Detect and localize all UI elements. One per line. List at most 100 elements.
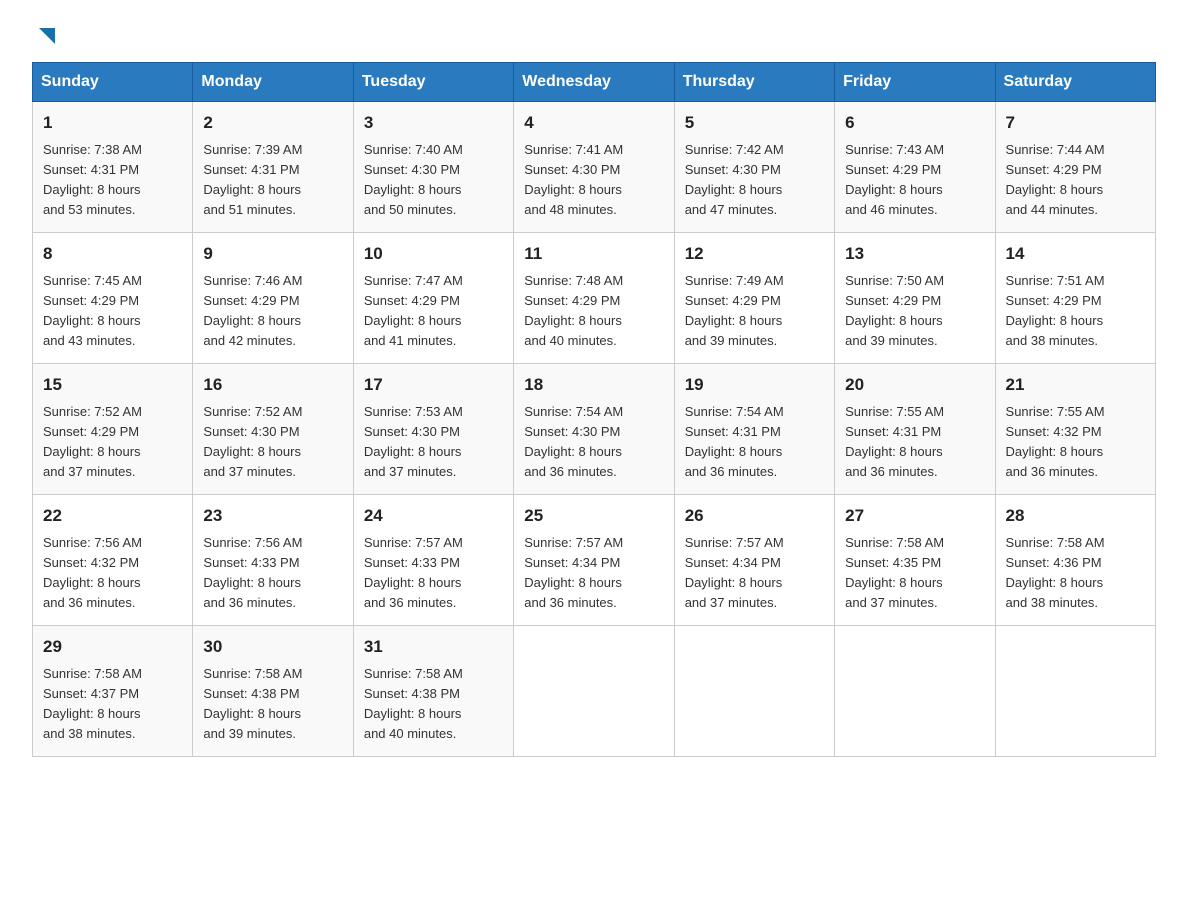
day-info: Sunrise: 7:47 AMSunset: 4:29 PMDaylight:… [364,271,503,352]
day-number: 2 [203,110,342,136]
calendar-cell: 9 Sunrise: 7:46 AMSunset: 4:29 PMDaylight… [193,233,353,364]
calendar-cell: 2 Sunrise: 7:39 AMSunset: 4:31 PMDaylight… [193,102,353,233]
day-info: Sunrise: 7:57 AMSunset: 4:33 PMDaylight:… [364,533,503,614]
day-number: 27 [845,503,984,529]
header-tuesday: Tuesday [353,63,513,102]
calendar-cell: 6Sunrise: 7:43 AMSunset: 4:29 PMDaylight… [835,102,995,233]
day-number: 1 [43,110,182,136]
calendar-week-row: 29 Sunrise: 7:58 AMSunset: 4:37 PMDayligh… [33,626,1156,757]
day-info: Sunrise: 7:40 AMSunset: 4:30 PMDaylight:… [364,140,503,221]
day-number: 21 [1006,372,1145,398]
day-number: 9 [203,241,342,267]
calendar-cell: 18 Sunrise: 7:54 AMSunset: 4:30 PMDayligh… [514,364,674,495]
day-number: 8 [43,241,182,267]
day-info: Sunrise: 7:55 AMSunset: 4:32 PMDaylight:… [1006,402,1145,483]
day-info: Sunrise: 7:49 AMSunset: 4:29 PMDaylight:… [685,271,824,352]
header-sunday: Sunday [33,63,193,102]
day-info: Sunrise: 7:58 AMSunset: 4:38 PMDaylight:… [364,664,503,745]
calendar-week-row: 1 Sunrise: 7:38 AMSunset: 4:31 PMDaylight… [33,102,1156,233]
calendar-cell: 10 Sunrise: 7:47 AMSunset: 4:29 PMDayligh… [353,233,513,364]
calendar-cell: 19Sunrise: 7:54 AMSunset: 4:31 PMDayligh… [674,364,834,495]
day-number: 13 [845,241,984,267]
day-number: 16 [203,372,342,398]
calendar-cell: 16 Sunrise: 7:52 AMSunset: 4:30 PMDayligh… [193,364,353,495]
day-number: 23 [203,503,342,529]
calendar-cell: 24 Sunrise: 7:57 AMSunset: 4:33 PMDayligh… [353,495,513,626]
day-info: Sunrise: 7:45 AMSunset: 4:29 PMDaylight:… [43,271,182,352]
day-number: 19 [685,372,824,398]
day-info: Sunrise: 7:56 AMSunset: 4:33 PMDaylight:… [203,533,342,614]
logo-arrow-icon [34,24,57,46]
day-info: Sunrise: 7:58 AMSunset: 4:36 PMDaylight:… [1006,533,1145,614]
calendar-cell: 5Sunrise: 7:42 AMSunset: 4:30 PMDaylight… [674,102,834,233]
day-number: 4 [524,110,663,136]
day-number: 25 [524,503,663,529]
calendar-cell [995,626,1155,757]
calendar-cell: 4 Sunrise: 7:41 AMSunset: 4:30 PMDaylight… [514,102,674,233]
day-number: 24 [364,503,503,529]
calendar-cell: 7Sunrise: 7:44 AMSunset: 4:29 PMDaylight… [995,102,1155,233]
day-number: 20 [845,372,984,398]
day-info: Sunrise: 7:53 AMSunset: 4:30 PMDaylight:… [364,402,503,483]
page-header [32,24,1156,46]
day-number: 29 [43,634,182,660]
calendar-cell: 22Sunrise: 7:56 AMSunset: 4:32 PMDayligh… [33,495,193,626]
day-info: Sunrise: 7:38 AMSunset: 4:31 PMDaylight:… [43,140,182,221]
day-info: Sunrise: 7:42 AMSunset: 4:30 PMDaylight:… [685,140,824,221]
day-info: Sunrise: 7:58 AMSunset: 4:35 PMDaylight:… [845,533,984,614]
day-info: Sunrise: 7:50 AMSunset: 4:29 PMDaylight:… [845,271,984,352]
header-saturday: Saturday [995,63,1155,102]
day-info: Sunrise: 7:48 AMSunset: 4:29 PMDaylight:… [524,271,663,352]
calendar-cell: 21 Sunrise: 7:55 AMSunset: 4:32 PMDayligh… [995,364,1155,495]
calendar-cell: 26Sunrise: 7:57 AMSunset: 4:34 PMDayligh… [674,495,834,626]
day-number: 11 [524,241,663,267]
calendar-cell [674,626,834,757]
header-monday: Monday [193,63,353,102]
day-number: 28 [1006,503,1145,529]
day-info: Sunrise: 7:39 AMSunset: 4:31 PMDaylight:… [203,140,342,221]
calendar-cell: 13 Sunrise: 7:50 AMSunset: 4:29 PMDayligh… [835,233,995,364]
calendar-cell: 1 Sunrise: 7:38 AMSunset: 4:31 PMDaylight… [33,102,193,233]
day-number: 10 [364,241,503,267]
calendar-week-row: 8 Sunrise: 7:45 AMSunset: 4:29 PMDaylight… [33,233,1156,364]
day-info: Sunrise: 7:58 AMSunset: 4:37 PMDaylight:… [43,664,182,745]
header-thursday: Thursday [674,63,834,102]
day-info: Sunrise: 7:57 AMSunset: 4:34 PMDaylight:… [524,533,663,614]
calendar-cell: 30 Sunrise: 7:58 AMSunset: 4:38 PMDayligh… [193,626,353,757]
day-number: 15 [43,372,182,398]
day-number: 18 [524,372,663,398]
calendar-table: Sunday Monday Tuesday Wednesday Thursday… [32,62,1156,757]
calendar-cell: 25 Sunrise: 7:57 AMSunset: 4:34 PMDayligh… [514,495,674,626]
day-info: Sunrise: 7:52 AMSunset: 4:29 PMDaylight:… [43,402,182,483]
day-info: Sunrise: 7:46 AMSunset: 4:29 PMDaylight:… [203,271,342,352]
day-info: Sunrise: 7:57 AMSunset: 4:34 PMDaylight:… [685,533,824,614]
day-number: 17 [364,372,503,398]
day-info: Sunrise: 7:51 AMSunset: 4:29 PMDaylight:… [1006,271,1145,352]
calendar-cell: 17 Sunrise: 7:53 AMSunset: 4:30 PMDayligh… [353,364,513,495]
day-number: 3 [364,110,503,136]
calendar-cell [514,626,674,757]
day-info: Sunrise: 7:58 AMSunset: 4:38 PMDaylight:… [203,664,342,745]
day-info: Sunrise: 7:54 AMSunset: 4:30 PMDaylight:… [524,402,663,483]
weekday-header-row: Sunday Monday Tuesday Wednesday Thursday… [33,63,1156,102]
calendar-cell: 20Sunrise: 7:55 AMSunset: 4:31 PMDayligh… [835,364,995,495]
day-number: 6 [845,110,984,136]
calendar-cell: 14 Sunrise: 7:51 AMSunset: 4:29 PMDayligh… [995,233,1155,364]
day-info: Sunrise: 7:44 AMSunset: 4:29 PMDaylight:… [1006,140,1145,221]
header-wednesday: Wednesday [514,63,674,102]
calendar-cell [835,626,995,757]
calendar-cell: 31Sunrise: 7:58 AMSunset: 4:38 PMDayligh… [353,626,513,757]
day-info: Sunrise: 7:52 AMSunset: 4:30 PMDaylight:… [203,402,342,483]
header-friday: Friday [835,63,995,102]
day-number: 30 [203,634,342,660]
calendar-cell: 8 Sunrise: 7:45 AMSunset: 4:29 PMDaylight… [33,233,193,364]
day-info: Sunrise: 7:41 AMSunset: 4:30 PMDaylight:… [524,140,663,221]
calendar-week-row: 15 Sunrise: 7:52 AMSunset: 4:29 PMDayligh… [33,364,1156,495]
calendar-cell: 27 Sunrise: 7:58 AMSunset: 4:35 PMDayligh… [835,495,995,626]
calendar-cell: 3 Sunrise: 7:40 AMSunset: 4:30 PMDaylight… [353,102,513,233]
calendar-cell: 29 Sunrise: 7:58 AMSunset: 4:37 PMDayligh… [33,626,193,757]
day-number: 12 [685,241,824,267]
calendar-cell: 28 Sunrise: 7:58 AMSunset: 4:36 PMDayligh… [995,495,1155,626]
calendar-cell: 12 Sunrise: 7:49 AMSunset: 4:29 PMDayligh… [674,233,834,364]
day-number: 14 [1006,241,1145,267]
